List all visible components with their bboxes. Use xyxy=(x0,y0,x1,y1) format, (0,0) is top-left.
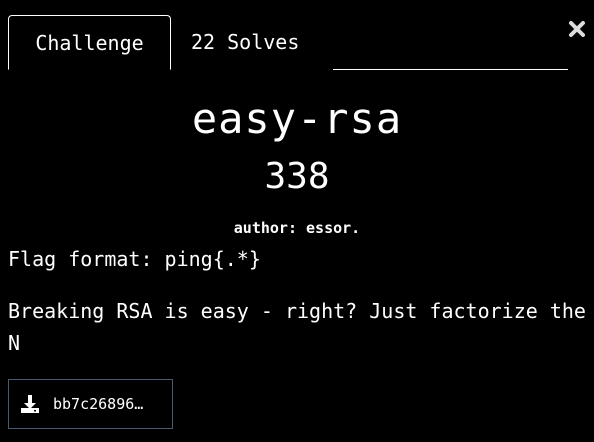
challenge-title: easy-rsa xyxy=(191,94,403,143)
tab-bar: Challenge 22 Solves xyxy=(8,15,568,70)
close-button[interactable] xyxy=(568,20,586,38)
file-name: bb7c26896… xyxy=(53,395,144,413)
challenge-points: 338 xyxy=(264,156,330,197)
tab-underline xyxy=(333,69,568,70)
file-download-button[interactable]: bb7c26896… xyxy=(8,379,173,429)
tab-solves[interactable]: 22 Solves xyxy=(191,15,299,68)
flag-format-text: Flag format: ping{.*} xyxy=(8,247,261,271)
challenge-description: Breaking RSA is easy - right? Just facto… xyxy=(8,299,586,355)
close-icon xyxy=(569,21,585,37)
challenge-modal: Challenge 22 Solves easy-rsa 338 author:… xyxy=(0,0,594,442)
tab-challenge[interactable]: Challenge xyxy=(8,15,171,70)
download-icon xyxy=(21,395,39,413)
challenge-author: author: essor. xyxy=(233,219,361,237)
